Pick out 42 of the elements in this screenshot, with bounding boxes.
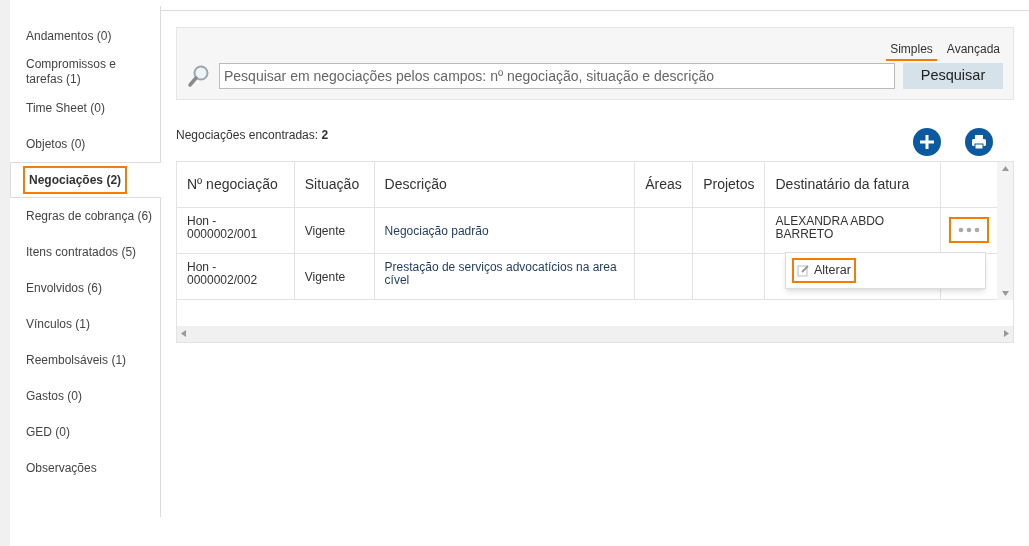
sidebar-item[interactable]: Negociações (2): [23, 166, 128, 194]
sidebar-item[interactable]: Objetos (0): [26, 136, 86, 152]
sidebar-item[interactable]: Vínculos (1): [26, 316, 91, 332]
sidebar-item[interactable]: Andamentos (0): [26, 28, 112, 44]
sidebar-item[interactable]: Itens contratados (5): [26, 244, 137, 260]
more-button[interactable]: [949, 217, 989, 243]
menu-item[interactable]: Alterar: [792, 258, 856, 283]
table-cell: Vigente: [304, 225, 346, 238]
scroll-right-icon[interactable]: [1004, 330, 1009, 337]
add-icon[interactable]: [912, 127, 942, 157]
search-field[interactable]: Pesquisar em negociações pelos campos: nº negociação, situação e descrição: [219, 63, 895, 89]
sidebar-item[interactable]: Gastos (0): [26, 388, 82, 404]
sidebar-item[interactable]: Observações: [26, 460, 97, 476]
table-cell-text: Hon - 0000002/002: [187, 261, 259, 287]
scroll-up-icon[interactable]: [1001, 166, 1009, 171]
table-cell-text: Prestação de serviços advocatícios na area cível: [384, 261, 618, 287]
sidebar-item[interactable]: GED (0): [26, 424, 70, 440]
print-icon[interactable]: [964, 127, 994, 157]
table-cell-text: ALEXANDRA ABDO BARRETO: [775, 215, 886, 241]
search-mode-tab[interactable]: Avançada: [944, 40, 1002, 61]
column-header: Destinatário da fatura: [765, 162, 941, 207]
column-header: Projetos: [692, 162, 765, 207]
column-header: Nº negociação: [177, 162, 295, 207]
sidebar-item[interactable]: Envolvidos (6): [26, 280, 103, 296]
more-icon: [957, 227, 981, 233]
sidebar-item[interactable]: Time Sheet (0): [26, 100, 105, 116]
sidebar-item[interactable]: Regras de cobrança (6): [26, 208, 153, 224]
search-button[interactable]: Pesquisar: [903, 63, 1003, 89]
sidebar-item[interactable]: Compromissos e tarefas (1): [26, 57, 156, 87]
table-cell: Vigente: [304, 271, 346, 284]
search-mode-tab[interactable]: Simples: [886, 40, 937, 61]
column-header: Situação: [294, 162, 375, 207]
edit-icon: [797, 263, 810, 277]
search-icon: [187, 64, 211, 88]
table-cell: Negociação padrão: [384, 225, 489, 238]
column-header: Descrição: [374, 162, 635, 207]
results-count: Negociações encontradas: 2: [176, 127, 329, 144]
scroll-left-icon[interactable]: [181, 330, 186, 337]
sidebar-item[interactable]: Reembolsáveis (1): [26, 352, 127, 368]
table-cell-text: Hon - 0000002/001: [187, 215, 259, 241]
column-header: Áreas: [634, 162, 693, 207]
scroll-down-icon[interactable]: [1001, 290, 1009, 296]
